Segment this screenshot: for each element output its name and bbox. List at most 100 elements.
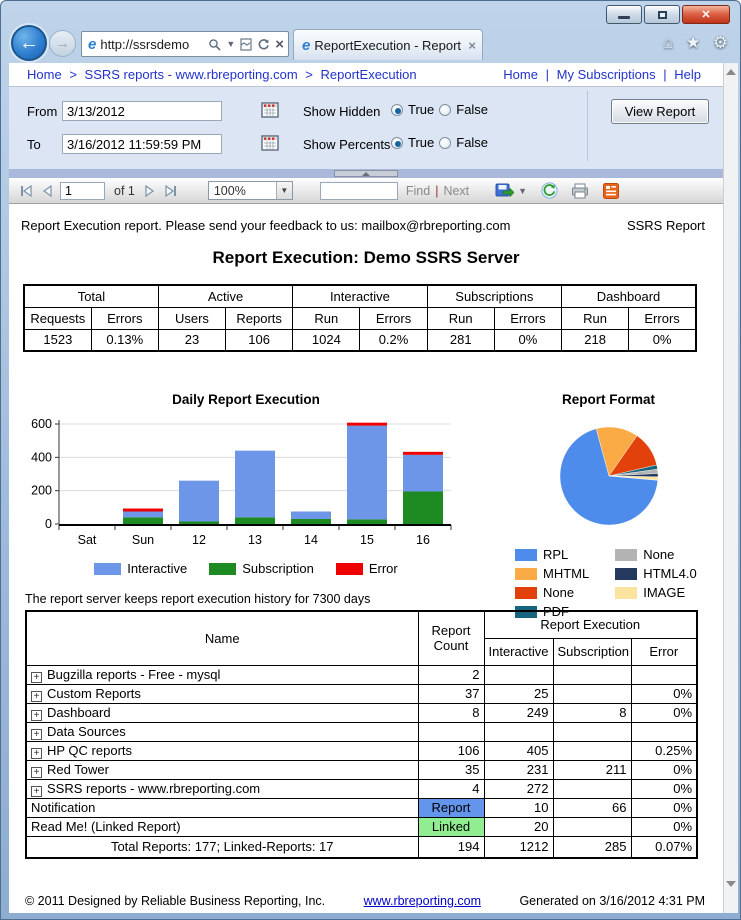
settings-gear-icon[interactable]: ⚙ xyxy=(713,33,728,53)
summary-col-header: Run xyxy=(292,306,361,330)
favorites-star-icon[interactable]: ★ xyxy=(686,33,701,53)
row-name-cell: Notification xyxy=(25,797,419,818)
expand-icon[interactable]: + xyxy=(31,709,42,721)
browser-tab[interactable]: e ReportExecution - Report ... × xyxy=(293,29,483,60)
address-dropdown-icon[interactable]: ▼ xyxy=(226,39,235,49)
pie-chart-block: Report Format RPL MHTML None PDF None HTML4.0… xyxy=(501,392,716,621)
previous-page-button[interactable] xyxy=(42,184,52,197)
close-button[interactable]: ✕ xyxy=(682,5,730,24)
breadcrumb-folder-link[interactable]: SSRS reports - www.rbreporting.com xyxy=(85,67,298,82)
row-name-cell: Read Me! (Linked Report) xyxy=(25,816,419,837)
row-count-cell: 4 xyxy=(417,778,485,799)
close-icon: ✕ xyxy=(701,9,711,21)
first-page-button[interactable] xyxy=(19,184,33,197)
generated-timestamp: Generated on 3/16/2012 4:31 PM xyxy=(519,894,705,908)
bar-chart: 0 200 400 600 Sat Sun 12 13 14 15 16 xyxy=(21,412,471,557)
x-category-label: Sun xyxy=(132,533,154,547)
show-percents-true-radio[interactable] xyxy=(391,136,403,149)
zoom-value: 100% xyxy=(213,183,246,198)
from-date-input[interactable] xyxy=(62,101,222,121)
footer-link[interactable]: www.rbreporting.com xyxy=(364,894,481,908)
export-dropdown-icon[interactable]: ▼ xyxy=(518,186,527,196)
type-badge-report: Report xyxy=(417,797,485,818)
next-button[interactable]: Next xyxy=(443,184,469,198)
expand-icon[interactable]: + xyxy=(31,766,42,778)
row-interactive-cell xyxy=(483,664,554,685)
collapse-arrow-icon xyxy=(362,171,370,176)
breadcrumb-home-link[interactable]: Home xyxy=(27,67,62,82)
legend-swatch xyxy=(94,562,122,575)
back-button[interactable]: ← xyxy=(11,25,47,61)
stop-icon[interactable]: × xyxy=(275,37,284,52)
row-count-cell xyxy=(417,721,485,742)
bar-segment-error xyxy=(347,422,387,426)
expand-icon[interactable]: + xyxy=(31,728,42,740)
vertical-scrollbar[interactable] xyxy=(723,63,738,913)
summary-col-header: Errors xyxy=(90,306,159,330)
bar-segment-interactive xyxy=(347,425,387,520)
minimize-button[interactable] xyxy=(606,5,642,24)
params-splitter[interactable] xyxy=(9,169,723,178)
export-button[interactable] xyxy=(495,183,515,199)
last-page-button[interactable] xyxy=(164,184,178,197)
browser-navbar: ← → e http://ssrsdemo ▼ × e ReportExecut… xyxy=(1,25,740,63)
address-bar[interactable]: e http://ssrsdemo ▼ × xyxy=(81,31,289,57)
expand-icon[interactable]: + xyxy=(31,747,42,759)
bar-segment-subscription xyxy=(179,521,219,524)
table-row: + Data Sources xyxy=(25,721,698,742)
home-icon[interactable]: ⌂ xyxy=(663,33,673,53)
summary-col-header: Errors xyxy=(628,306,697,330)
to-calendar-icon[interactable] xyxy=(261,135,279,151)
scroll-up-icon[interactable] xyxy=(726,69,736,75)
row-subscription-cell xyxy=(552,816,632,837)
y-tick-label: 400 xyxy=(31,450,52,464)
row-interactive-cell: 231 xyxy=(483,759,554,780)
expand-icon[interactable]: + xyxy=(31,785,42,797)
row-name: SSRS reports - www.rbreporting.com xyxy=(47,780,261,796)
summary-value: 281 xyxy=(426,328,495,352)
summary-value: 0.2% xyxy=(359,328,428,352)
from-calendar-icon[interactable] xyxy=(261,102,279,118)
scroll-down-icon[interactable] xyxy=(726,881,736,887)
row-count-cell: 2 xyxy=(417,664,485,685)
bar-segment-interactive xyxy=(179,480,219,522)
view-report-button[interactable]: View Report xyxy=(611,99,709,124)
legend-item: MHTML xyxy=(515,564,589,583)
show-percents-false-radio[interactable] xyxy=(439,136,452,149)
print-icon[interactable] xyxy=(571,183,589,199)
my-subscriptions-link[interactable]: My Subscriptions xyxy=(557,67,656,82)
refresh-report-button[interactable] xyxy=(541,182,558,199)
help-link[interactable]: Help xyxy=(674,67,701,82)
page-content: Home > SSRS reports - www.rbreporting.co… xyxy=(9,63,723,913)
search-icon[interactable] xyxy=(208,38,221,51)
report-title: Report Execution: Demo SSRS Server xyxy=(212,248,520,267)
expand-icon[interactable]: + xyxy=(31,671,42,683)
next-page-button[interactable] xyxy=(145,184,155,197)
show-hidden-true-radio[interactable] xyxy=(391,103,403,116)
tab-close-icon[interactable]: × xyxy=(468,38,476,53)
bar-segment-interactive xyxy=(235,450,275,518)
total-count-cell: 194 xyxy=(417,835,485,859)
home-link[interactable]: Home xyxy=(503,67,538,82)
type-badge-linked: Linked xyxy=(417,816,485,837)
data-feed-icon[interactable] xyxy=(603,182,620,199)
find-input[interactable] xyxy=(319,181,398,200)
splitter-collapse-handle[interactable] xyxy=(334,170,398,177)
row-name: HP QC reports xyxy=(47,742,133,758)
summary-value: 106 xyxy=(225,328,294,352)
compatibility-view-icon[interactable] xyxy=(240,37,252,51)
show-hidden-false-radio[interactable] xyxy=(439,103,452,116)
report-execution-table: Name Report Count Report Execution Interact… xyxy=(25,610,699,859)
bar-segment-interactive xyxy=(403,454,443,492)
row-error-cell xyxy=(630,664,698,685)
to-date-input[interactable] xyxy=(62,134,222,154)
feedback-text: Report Execution report. Please send you… xyxy=(21,218,511,233)
zoom-select[interactable]: 100% ▼ xyxy=(207,181,293,200)
page-number-input[interactable] xyxy=(60,181,105,200)
restore-button[interactable] xyxy=(644,5,680,24)
find-button[interactable]: Find xyxy=(406,184,430,198)
refresh-icon[interactable] xyxy=(257,38,270,51)
x-category-label: 12 xyxy=(192,533,206,547)
expand-icon[interactable]: + xyxy=(31,690,42,702)
forward-button[interactable]: → xyxy=(49,30,76,57)
